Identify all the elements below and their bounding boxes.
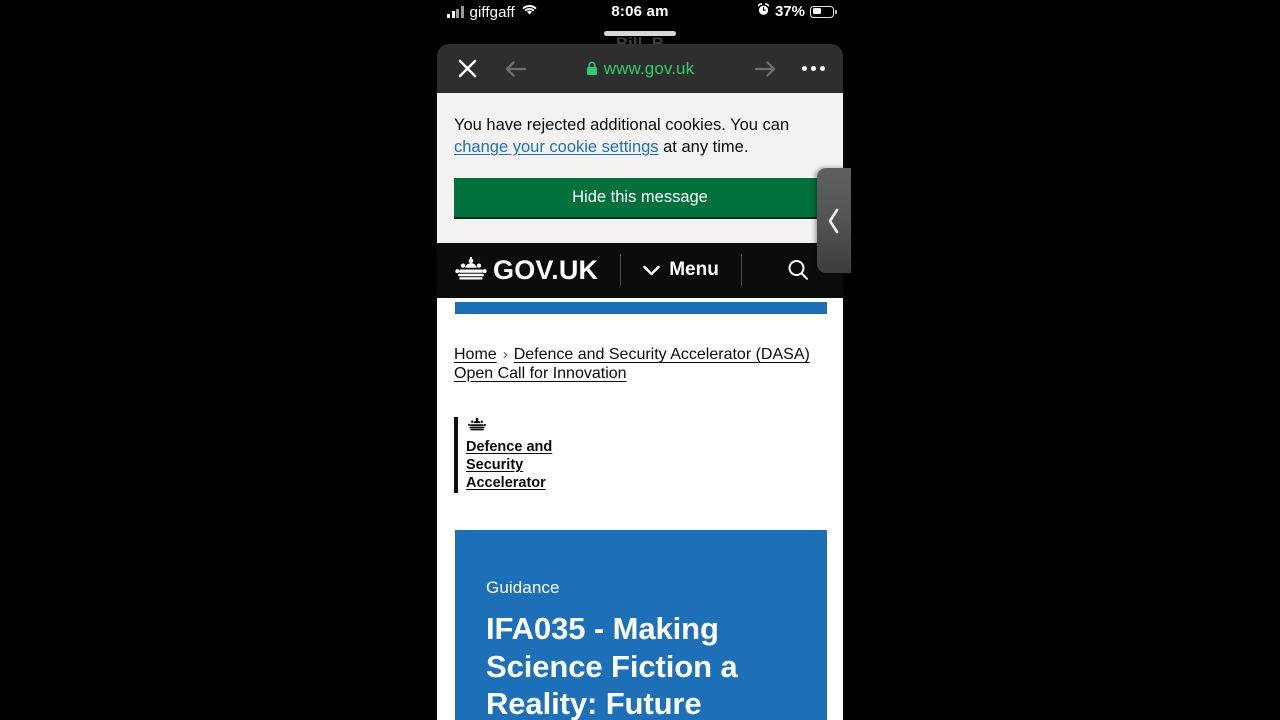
header-divider-2 (740, 254, 742, 287)
organisation-line-3[interactable]: Accelerator (466, 475, 546, 491)
edge-drawer-handle[interactable] (817, 168, 851, 273)
url-label: www.gov.uk (603, 58, 695, 78)
back-arrow-icon (505, 60, 526, 77)
back-button[interactable] (493, 44, 537, 93)
phase-banner-strip (437, 297, 843, 314)
govuk-brand-label: GOV.UK (493, 254, 599, 285)
breadcrumb: Home › Defence and Security Accelerator (D… (437, 314, 843, 384)
menu-label: Menu (669, 259, 719, 281)
guidance-hero: Guidance IFA035 - Making Science Fiction… (455, 529, 827, 720)
breadcrumb-item-home[interactable]: Home (454, 346, 497, 363)
cookie-text-after: at any time. (658, 137, 749, 156)
close-icon (458, 59, 476, 78)
address-bar[interactable]: www.gov.uk (547, 44, 733, 93)
battery-icon (810, 5, 837, 18)
header-divider-1 (620, 254, 622, 287)
change-cookie-settings-link[interactable]: change your cookie settings (454, 138, 659, 156)
more-options-icon (801, 66, 825, 71)
alarm-clock-icon (757, 3, 770, 20)
govuk-crown-icon (455, 257, 487, 280)
organisation-name: Defence and Security Accelerator (466, 438, 566, 493)
close-button[interactable] (445, 44, 489, 93)
phone-viewport: giffgaff 8:06 am 37% www.gov.uk You have… (437, 0, 843, 720)
chevron-right-icon: › (502, 345, 508, 363)
govuk-global-header: GOV.UK Menu (437, 242, 843, 298)
battery-percent-label: 37% (774, 3, 805, 20)
royal-crest-icon (468, 417, 486, 430)
chevron-down-icon (643, 265, 660, 276)
organisation-line-2[interactable]: Security (466, 457, 523, 473)
menu-button[interactable]: Menu (643, 259, 719, 281)
cookie-message: You have rejected additional cookies. Yo… (454, 115, 826, 159)
ios-status-bar: giffgaff 8:06 am 37% (437, 0, 843, 28)
search-icon (788, 260, 808, 281)
blue-bar (455, 301, 827, 314)
hide-this-message-button[interactable]: Hide this message (454, 177, 826, 219)
sheet-grabber[interactable] (604, 31, 676, 36)
in-app-browser-toolbar: www.gov.uk (437, 44, 843, 93)
web-page-content: You have rejected additional cookies. Yo… (437, 93, 843, 720)
organisation-line-1[interactable]: Defence and (466, 439, 552, 455)
lock-icon (586, 61, 597, 75)
organisation-logo[interactable]: Defence and Security Accelerator (454, 416, 566, 493)
page-title: IFA035 - Making Science Fiction a Realit… (486, 610, 738, 720)
chevron-left-icon (828, 208, 839, 233)
screen-root: giffgaff 8:06 am 37% www.gov.uk You have… (0, 0, 1280, 720)
cookie-text-before: You have rejected additional cookies. Yo… (454, 116, 790, 134)
status-bar-right: 37% (757, 3, 837, 20)
cookie-banner: You have rejected additional cookies. Yo… (437, 93, 843, 243)
more-options-button[interactable] (791, 44, 835, 93)
document-type-label: Guidance (486, 577, 560, 597)
forward-button[interactable] (743, 44, 787, 93)
search-button[interactable] (786, 258, 810, 282)
forward-arrow-icon (754, 60, 775, 77)
